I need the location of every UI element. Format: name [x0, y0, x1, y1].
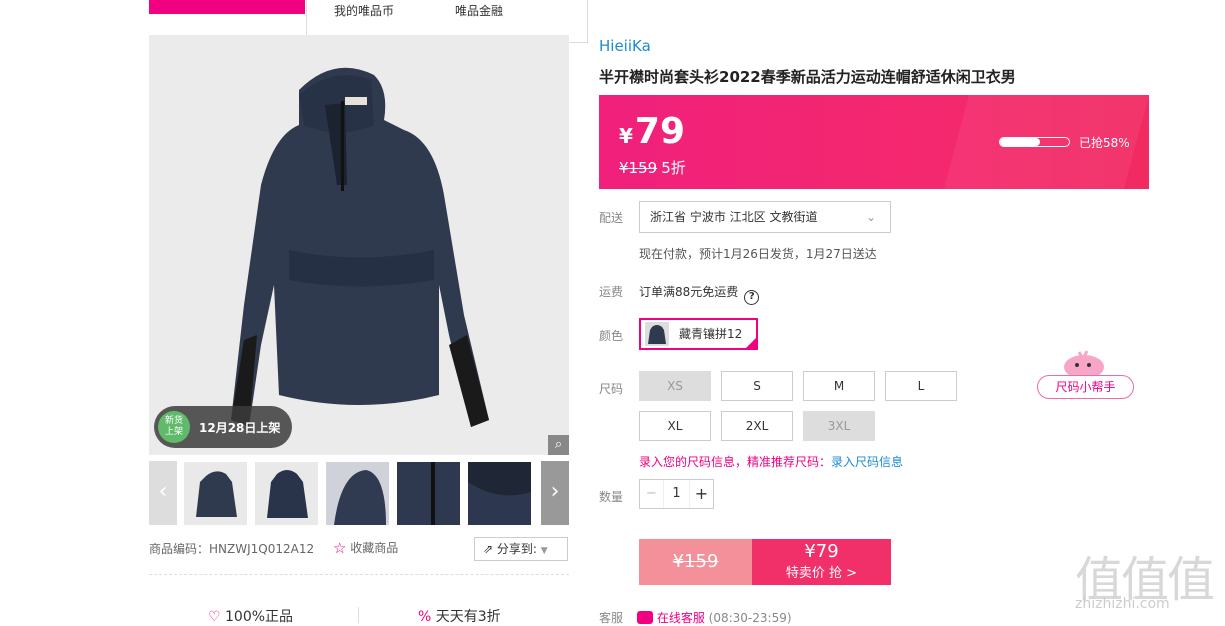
- dropdown-item-finance[interactable]: 唯品金融: [455, 2, 503, 19]
- plus-button[interactable]: +: [689, 480, 713, 508]
- favorite-button[interactable]: ☆ 收藏商品: [333, 539, 398, 557]
- delivery-estimate: 现在付款，预计1月26日发货，1月27日送达: [639, 247, 877, 261]
- chevron-down-icon: ⌄: [865, 210, 876, 224]
- chevron-left-icon[interactable]: ‹: [149, 461, 177, 525]
- thumbnail-5[interactable]: [468, 462, 531, 525]
- quantity-stepper: − 1 +: [639, 479, 714, 509]
- thumbnail-4[interactable]: [397, 462, 460, 525]
- chevron-right-icon[interactable]: ›: [541, 461, 569, 525]
- service-label: 客服: [599, 611, 624, 625]
- star-icon: ☆: [333, 539, 347, 557]
- brand-link[interactable]: HieiiKa: [599, 37, 651, 55]
- thumbnail-3[interactable]: [326, 462, 389, 525]
- color-option-selected[interactable]: 藏青镶拼12: [639, 318, 758, 350]
- size-entry-link[interactable]: 录入尺码信息: [831, 455, 903, 469]
- new-arrival-badge: 新货 上架 12月28日上架: [154, 406, 292, 448]
- hoodie-image: [231, 67, 489, 428]
- address-select[interactable]: 浙江省 宁波市 江北区 文教街道 ⌄: [639, 201, 891, 233]
- magnifier-icon[interactable]: ⌕: [548, 435, 569, 455]
- buy-sale: ¥79 特卖价 抢 >: [752, 539, 891, 585]
- chevron-down-icon: ▼: [540, 546, 548, 556]
- size-helper[interactable]: 尺码小帮手: [1037, 347, 1134, 401]
- size-label: 尺码: [599, 382, 624, 396]
- price-panel: ¥79 ¥159 5折 已抢58%: [599, 95, 1149, 189]
- thumbnail-1[interactable]: [184, 462, 247, 525]
- question-icon[interactable]: ?: [744, 290, 760, 305]
- quantity-label: 数量: [599, 490, 624, 504]
- buy-cta: 特卖价 抢 >: [785, 566, 858, 581]
- size-option-m[interactable]: M: [803, 371, 875, 401]
- original-price: ¥159 5折: [619, 159, 686, 177]
- chat-icon: [637, 611, 653, 624]
- product-code: 商品编码：HNZWJ1Q012A12: [149, 542, 315, 556]
- online-service-link[interactable]: 在线客服 (08:30-23:59): [637, 609, 792, 626]
- new-arrival-icon: 新货 上架: [158, 411, 190, 443]
- sale-price: ¥79: [619, 111, 686, 152]
- dropdown-item-vip-coins[interactable]: 我的唯品币: [334, 2, 394, 19]
- buy-original-price: ¥159: [639, 539, 752, 585]
- top-nav-bar: [149, 0, 305, 14]
- share-icon: ⇗: [483, 542, 494, 556]
- size-hint: 录入您的尺码信息，精准推荐尺码：录入尺码信息: [639, 455, 904, 469]
- thumbnail-2[interactable]: [255, 462, 318, 525]
- buy-button[interactable]: ¥159 ¥79 特卖价 抢 >: [639, 539, 891, 585]
- divider: [358, 607, 359, 623]
- product-title: 半开襟时尚套头衫2022春季新品活力运动连帽舒适休闲卫衣男: [599, 68, 1016, 86]
- shipping-info: 订单满88元免运费?: [639, 283, 760, 305]
- main-product-image[interactable]: [149, 35, 569, 455]
- buy-price: ¥79: [804, 541, 839, 562]
- share-button[interactable]: ⇗ 分享到: ▼: [474, 537, 568, 561]
- size-helper-label: 尺码小帮手: [1037, 375, 1134, 399]
- arrival-date: 12月28日上架: [199, 421, 281, 435]
- sold-progress-label: 已抢58%: [1079, 136, 1130, 150]
- size-option-s[interactable]: S: [721, 371, 793, 401]
- color-swatch: [645, 322, 669, 346]
- size-option-l[interactable]: L: [885, 371, 957, 401]
- thumbnail-strip: ‹ ›: [149, 461, 569, 525]
- size-option-2xl[interactable]: 2XL: [721, 411, 793, 441]
- size-option-3xl: 3XL: [803, 411, 875, 441]
- quantity-input[interactable]: 1: [664, 480, 689, 508]
- divider: [149, 574, 569, 575]
- shipping-label: 运费: [599, 285, 624, 299]
- trust-authentic: ♡ 100%正品: [208, 609, 294, 625]
- size-option-xl[interactable]: XL: [639, 411, 711, 441]
- trust-discount: % 天天有3折: [418, 609, 501, 625]
- color-label: 颜色: [599, 329, 624, 343]
- minus-button[interactable]: −: [640, 480, 664, 508]
- sold-progress-bar: [999, 137, 1070, 147]
- check-icon: [744, 336, 758, 350]
- watermark-url: zhizhizhi.com: [1075, 596, 1170, 612]
- delivery-label: 配送: [599, 211, 624, 225]
- size-option-xs: XS: [639, 371, 711, 401]
